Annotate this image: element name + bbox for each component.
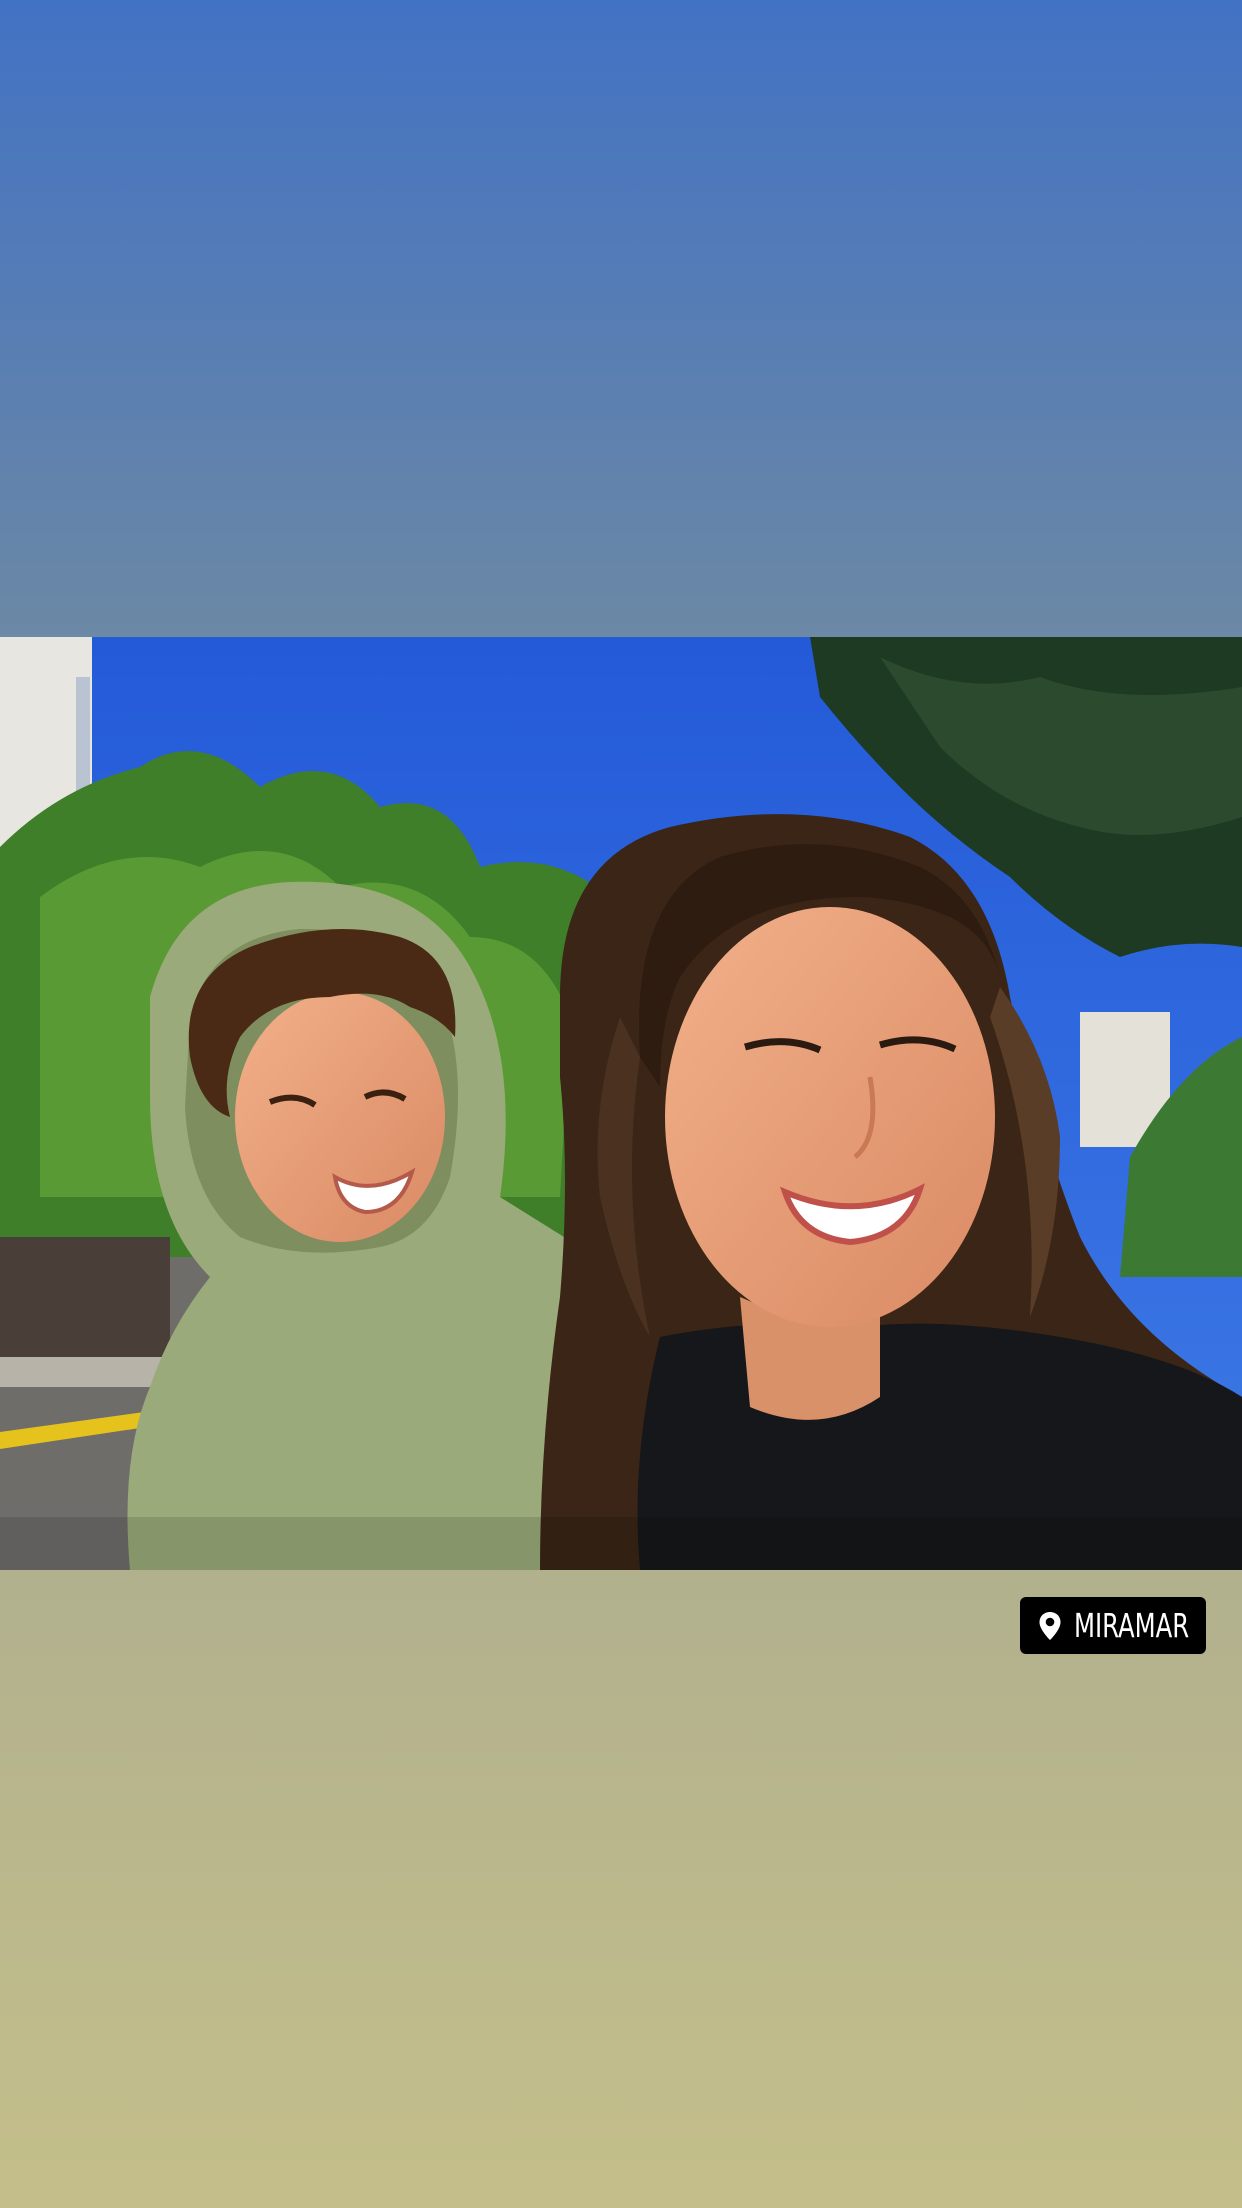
photo-illustration bbox=[0, 637, 1242, 1570]
location-pin-icon bbox=[1039, 1611, 1061, 1640]
story-photo bbox=[0, 637, 1242, 1570]
location-label: MIRAMAR bbox=[1074, 1606, 1190, 1645]
location-sticker[interactable]: MIRAMAR bbox=[1020, 1597, 1206, 1654]
